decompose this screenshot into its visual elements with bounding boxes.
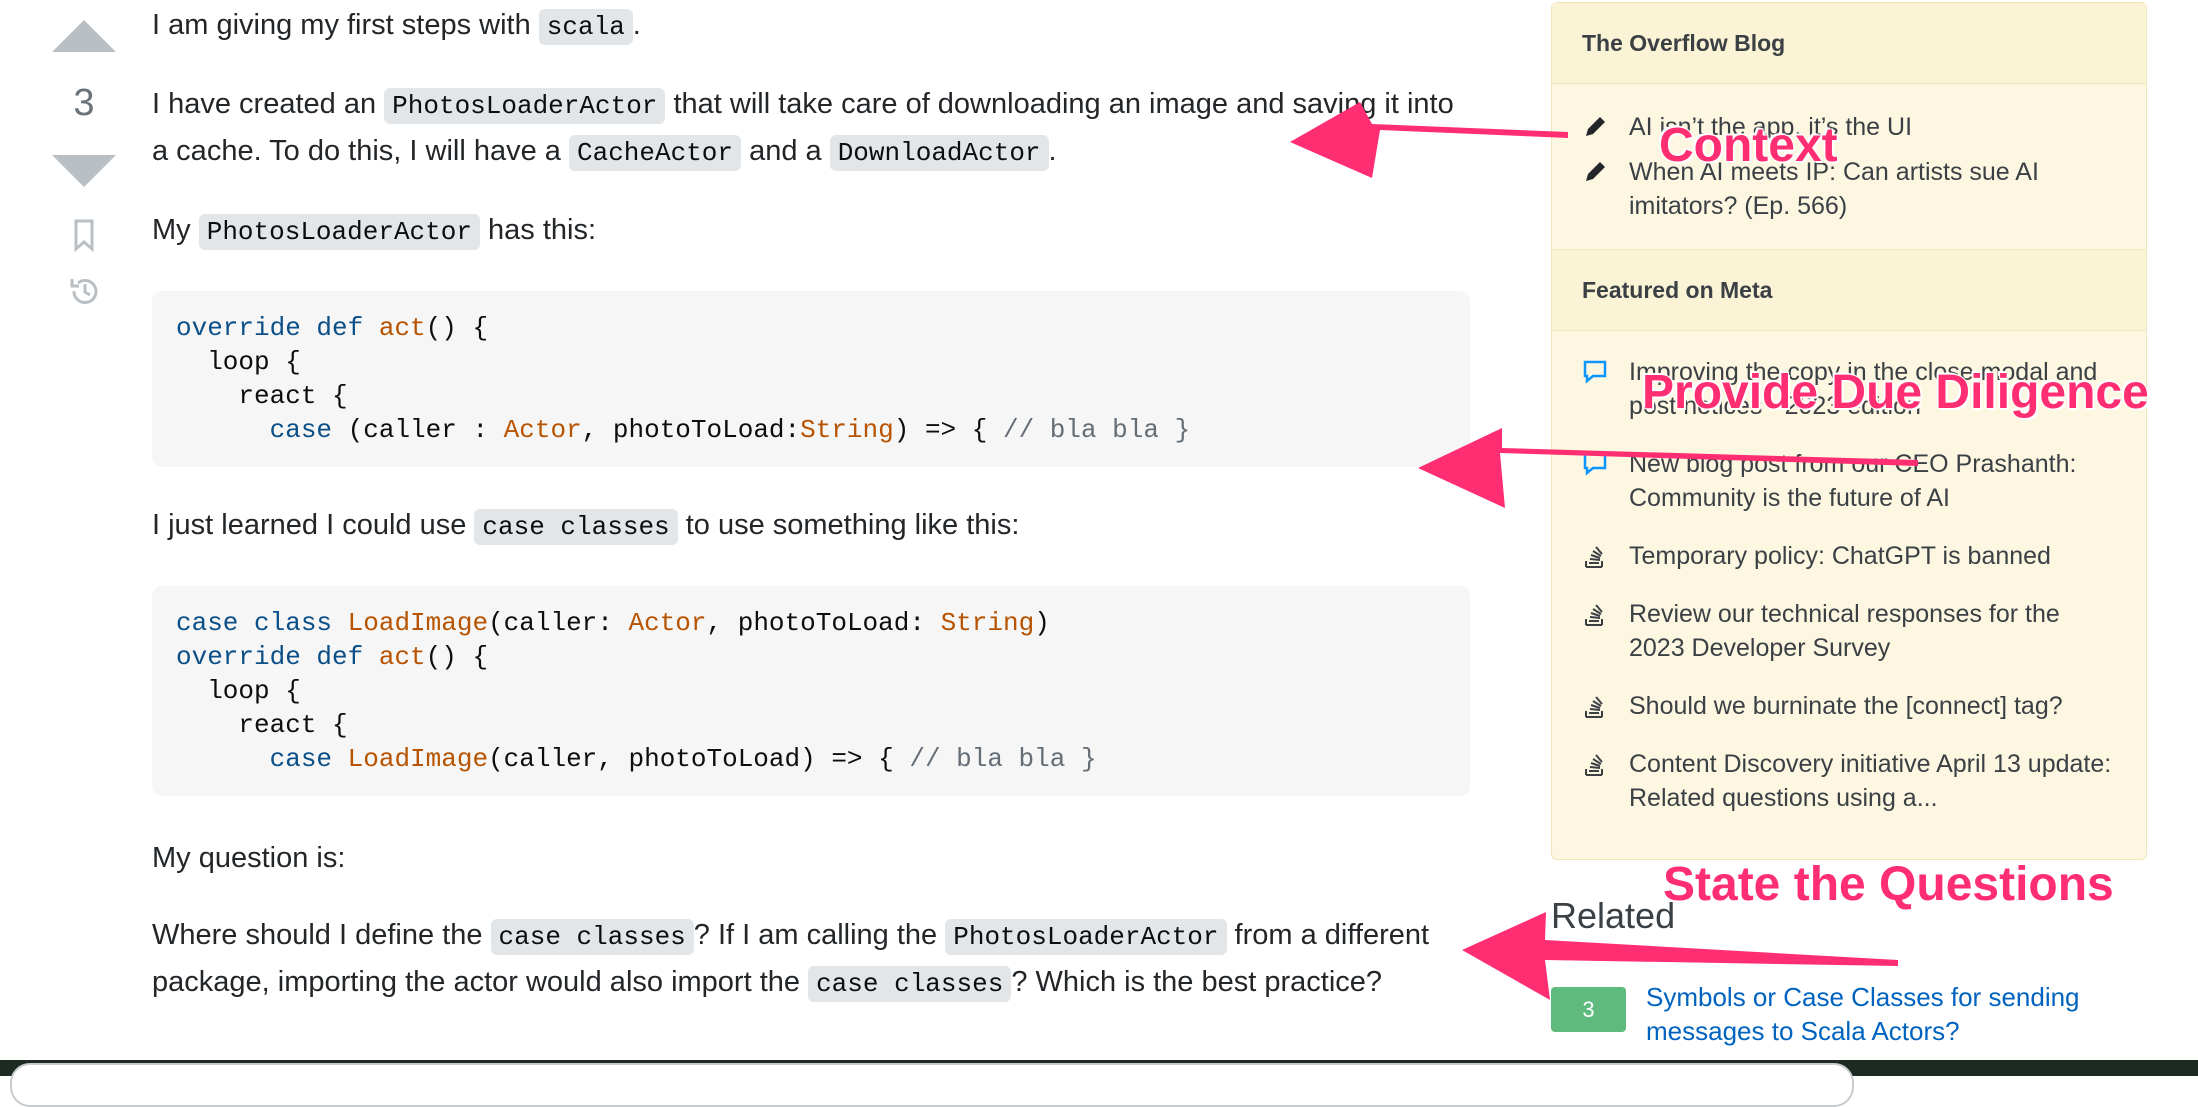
paragraph: I am giving my first steps with scala. — [152, 3, 1470, 50]
related-score-badge: 3 — [1551, 987, 1626, 1032]
annotation-due-diligence: Provide Due Diligence — [1641, 365, 2150, 420]
inline-code: case classes — [808, 966, 1012, 1002]
bookmark-icon[interactable] — [66, 217, 102, 253]
related-question-link[interactable]: Symbols or Case Classes for sending mess… — [1646, 980, 2126, 1048]
blog-title: The Overflow Blog — [1552, 3, 2146, 84]
chat-bubble-icon — [1583, 360, 1607, 384]
code-block: case class LoadImage(caller: Actor, phot… — [152, 586, 1470, 796]
stack-icon — [1585, 696, 1603, 718]
sidebar-widget: The Overflow Blog AI isn’t the app, it’s… — [1551, 2, 2147, 860]
meta-item[interactable]: Review our technical responses for the 2… — [1552, 597, 2146, 665]
history-icon[interactable] — [66, 273, 102, 309]
meta-title: Featured on Meta — [1552, 249, 2146, 331]
stack-icon — [1585, 546, 1603, 568]
upvote-arrow-icon[interactable] — [52, 20, 116, 52]
meta-item[interactable]: Should we burninate the [connect] tag? — [1552, 689, 2146, 723]
stack-icon — [1585, 604, 1603, 626]
paragraph: I have created an PhotosLoaderActor that… — [152, 82, 1470, 176]
inline-code: PhotosLoaderActor — [945, 919, 1227, 955]
blog-item[interactable]: When AI meets IP: Can artists sue AI imi… — [1552, 155, 2146, 223]
chat-bubble-icon — [1583, 452, 1607, 476]
code-block: override def act() { loop { react { case… — [152, 291, 1470, 467]
inline-code: DownloadActor — [829, 135, 1049, 171]
inline-code: PhotosLoaderActor — [198, 214, 480, 250]
meta-item[interactable]: Content Discovery initiative April 13 up… — [1552, 747, 2146, 815]
paragraph: Where should I define the case classes? … — [152, 913, 1470, 1007]
inline-code: case classes — [474, 509, 678, 545]
question-body: I am giving my first steps with scala. I… — [152, 0, 1470, 1007]
vote-column: 3 — [50, 10, 118, 309]
blog-item[interactable]: AI isn’t the app, it’s the UI — [1552, 110, 2146, 144]
pencil-icon — [1586, 117, 1605, 136]
stack-icon — [1585, 754, 1603, 776]
related-title: Related — [1551, 895, 1676, 936]
downvote-arrow-icon[interactable] — [52, 155, 116, 187]
vote-count: 3 — [73, 82, 95, 124]
paragraph: I just learned I could use case classes … — [152, 503, 1470, 550]
bottom-input-bar[interactable] — [10, 1063, 1854, 1107]
inline-code: scala — [538, 9, 633, 45]
inline-code: case classes — [490, 919, 694, 955]
meta-item[interactable]: New blog post from our CEO Prashanth: Co… — [1552, 447, 2146, 515]
inline-code: CacheActor — [568, 135, 742, 171]
annotation-questions: State the Questions — [1662, 857, 2115, 912]
pencil-icon — [1586, 162, 1605, 181]
annotation-context: Context — [1658, 118, 1839, 173]
inline-code: PhotosLoaderActor — [384, 88, 666, 124]
paragraph: My question is: — [152, 842, 346, 874]
meta-item[interactable]: Temporary policy: ChatGPT is banned — [1552, 539, 2146, 573]
paragraph: My PhotosLoaderActor has this: — [152, 208, 1470, 255]
